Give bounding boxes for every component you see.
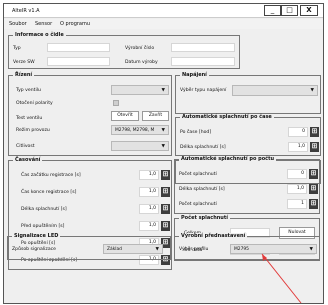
led-value: Základ — [107, 247, 122, 252]
annotation-arrow — [261, 253, 302, 304]
delka-pocet-value[interactable]: 1,0 — [287, 184, 307, 194]
plus-icon[interactable]: ⊞ — [309, 184, 318, 194]
led-dropdown[interactable]: Základ ▼ — [103, 244, 163, 254]
splachnuti-label: Počet splachnutí — [179, 202, 217, 207]
pocet-label: Počet splachnutí — [179, 172, 217, 177]
arrow-line — [261, 253, 302, 304]
led-label: Způsob signalizace — [12, 247, 56, 252]
vyrobni-value: M2795 — [234, 247, 249, 252]
pocet-stepper[interactable]: 0 ⊞ — [287, 169, 318, 179]
group-auto-pocet-title: Automatické splachnutí po počtu — [179, 156, 277, 163]
group-auto-pocet: Automatické splachnutí po počtu Počet sp… — [174, 156, 320, 214]
plus-icon[interactable]: ⊞ — [309, 169, 318, 179]
plus-icon[interactable]: ⊞ — [309, 199, 318, 209]
vyrobni-label: Výběr profilu — [179, 247, 209, 252]
pocet-value[interactable]: 0 — [287, 169, 307, 179]
group-led-title: Signalizace LED — [12, 233, 61, 240]
splachnuti-value[interactable]: 1 — [287, 199, 307, 209]
delka-pocet-stepper[interactable]: 1,0 ⊞ — [287, 184, 318, 194]
group-vyrobni-title: Výrobní přednastavení — [179, 233, 248, 240]
chevron-down-icon: ▼ — [155, 247, 159, 252]
delka-pocet-label: Délka splachnutí [s] — [179, 187, 225, 192]
right-lower-panels: Automatické splachnutí po počtu Počet sp… — [3, 3, 324, 304]
group-pocet-title: Počet splachnutí — [179, 215, 230, 222]
splachnuti-stepper[interactable]: 1 ⊞ — [287, 199, 318, 209]
group-led: Signalizace LED Způsob signalizace Zákla… — [7, 233, 171, 260]
